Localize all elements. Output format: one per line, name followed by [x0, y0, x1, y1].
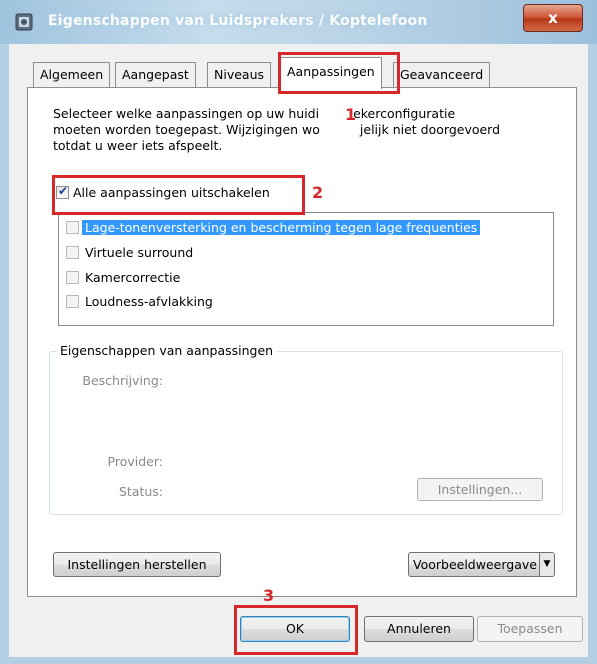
enhancement-checkbox[interactable] [66, 246, 79, 259]
speaker-icon [15, 13, 33, 31]
intro-line1-end: ekerconfiguratie [353, 106, 456, 121]
status-label: Status: [118, 484, 163, 499]
enhancement-label: Kamercorrectie [85, 269, 181, 285]
tab-panel [27, 87, 577, 597]
tab-geavanceerd[interactable]: Geavanceerd [393, 62, 491, 87]
list-item[interactable]: Lage-tonenversterking en bescherming teg… [66, 217, 481, 237]
preview-label: Voorbeeldweergave [413, 557, 537, 572]
group-title: Eigenschappen van aanpassingen [56, 343, 278, 358]
enhancement-checkbox[interactable] [66, 295, 79, 308]
intro-line3: totdat u weer iets afspeelt. [53, 138, 223, 153]
enhancements-list[interactable]: Lage-tonenversterking en bescherming teg… [58, 212, 554, 326]
enhancement-checkbox[interactable] [66, 221, 79, 234]
annotation-number-3: 3 [263, 586, 275, 605]
window-frame-bottom [0, 657, 597, 664]
intro-text: Selecteer welke aanpassingen op uw huidi… [53, 106, 573, 154]
tab-aangepast[interactable]: Aangepast [115, 62, 196, 87]
intro-line1-start: Selecteer welke aanpassingen op uw huidi [53, 106, 320, 121]
list-item[interactable]: Virtuele surround [66, 242, 193, 262]
list-item[interactable]: Loudness-afvlakking [66, 291, 213, 311]
cancel-button[interactable]: Annuleren [364, 616, 474, 642]
tab-aanpassingen[interactable]: Aanpassingen [280, 57, 382, 89]
dropdown-arrow-icon[interactable]: ▼ [539, 553, 554, 576]
disable-all-label[interactable]: Alle aanpassingen uitschakelen [73, 185, 270, 200]
close-icon: x [548, 9, 558, 27]
close-button[interactable]: x [523, 4, 583, 32]
window-frame-left [0, 44, 9, 664]
restore-defaults-button[interactable]: Instellingen herstellen [53, 552, 221, 577]
enhancement-label: Lage-tonenversterking en bescherming teg… [82, 219, 481, 235]
provider-label: Provider: [107, 454, 163, 469]
intro-line2-start: moeten worden toegepast. Wijzigingen wo [53, 122, 320, 137]
disable-all-checkbox-row[interactable]: Alle aanpassingen uitschakelen [56, 184, 270, 200]
apply-button[interactable]: Toepassen [477, 616, 583, 642]
window-frame-right [588, 44, 597, 664]
tab-algemeen[interactable]: Algemeen [33, 62, 111, 87]
annotation-number-2: 2 [312, 183, 324, 202]
enhancement-checkbox[interactable] [66, 271, 79, 284]
properties-dialog: Eigenschappen van Luidsprekers / Koptele… [0, 0, 597, 664]
enhancement-label: Virtuele surround [85, 244, 194, 260]
title-bar[interactable]: Eigenschappen van Luidsprekers / Koptele… [0, 0, 597, 44]
preview-button[interactable]: Voorbeeldweergave ▼ [408, 552, 555, 577]
tab-niveaus[interactable]: Niveaus [207, 62, 272, 87]
annotation-number-1: 1 [345, 105, 357, 124]
enhancement-settings-button[interactable]: Instellingen... [417, 478, 543, 501]
ok-button[interactable]: OK [240, 616, 350, 642]
enhancement-label: Loudness-afvlakking [85, 293, 213, 309]
window-title: Eigenschappen van Luidsprekers / Koptele… [48, 13, 428, 29]
disable-all-checkbox[interactable] [56, 184, 69, 199]
list-item[interactable]: Kamercorrectie [66, 267, 180, 287]
description-label: Beschrijving: [82, 373, 163, 388]
intro-line2-end: jelijk niet doorgevoerd [359, 122, 501, 137]
